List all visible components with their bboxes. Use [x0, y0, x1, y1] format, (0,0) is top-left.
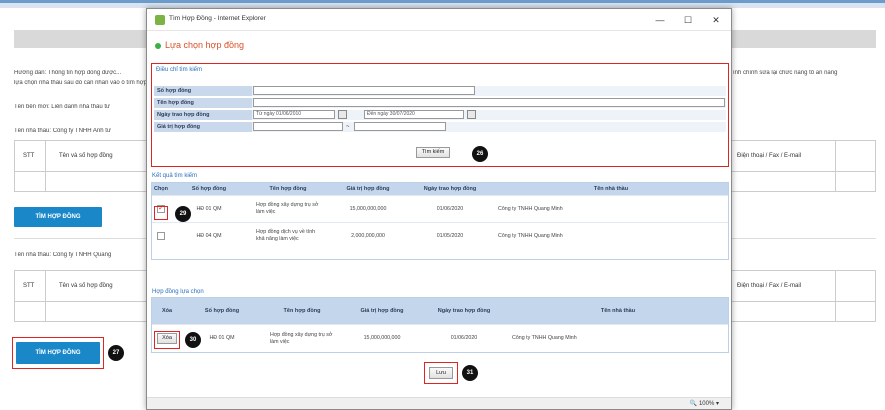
- col-select: Chọn: [153, 186, 169, 192]
- col-date: Ngày trao hợp đồng: [423, 186, 477, 192]
- search-legend: Điều chỉ tìm kiếm: [156, 67, 203, 73]
- cell-date: 01/06/2020: [436, 205, 464, 212]
- cell-contract-name: Hợp đồng xây dựng trụ sở làm việc: [256, 202, 319, 215]
- cell-date: 01/06/2020: [450, 335, 478, 341]
- highlight-delete: [154, 331, 180, 349]
- date-to-label: Đến ngày: [367, 111, 389, 117]
- cell-value: 15,000,000,000: [349, 205, 387, 212]
- find-contract-button-1[interactable]: TÌM HỢP ĐỒNG: [14, 207, 102, 227]
- contractor-label-1: Tên nhà thầu: Công ty TNHH Anh tư: [14, 128, 111, 134]
- col-date: Ngày trao hợp đồng: [437, 308, 491, 314]
- screen: Hướng dẫn: Thông tin hợp đồng được... lự…: [0, 0, 885, 410]
- col-delete: Xóa: [161, 308, 173, 314]
- callout-29: 29: [175, 206, 191, 222]
- callout-30: 30: [185, 332, 201, 348]
- contract-no-input[interactable]: [253, 86, 475, 95]
- results-grid: Chọn Số hợp đồng Tên hợp đồng Giá trị hợ…: [151, 182, 729, 260]
- date-from-label: Từ ngày: [256, 111, 275, 117]
- save-button[interactable]: Lưu: [429, 367, 453, 379]
- results-header: Chọn Số hợp đồng Tên hợp đồng Giá trị hợ…: [152, 183, 728, 195]
- bid-package-label: Tên bên mời: Liên danh nhà thầu tư: [14, 104, 111, 110]
- close-icon[interactable]: ✕: [705, 12, 727, 28]
- callout-27: 27: [108, 345, 124, 361]
- cell-contract-no: HĐ 04 QM: [196, 232, 222, 239]
- row-contract-name: Tên hợp đồng: [154, 98, 726, 108]
- col-contract-no: Số hợp đồng: [191, 186, 227, 192]
- col-value: Giá trị hợp đồng: [346, 186, 390, 192]
- zoom-icon: 🔍: [689, 401, 698, 407]
- cell-contractor: Công ty TNHH Quang Minh: [498, 205, 563, 212]
- col-stt: STT: [23, 153, 35, 159]
- window-titlebar: Tìm Hợp Đồng - Internet Explorer — ☐ ✕: [147, 9, 731, 31]
- value-to-input[interactable]: [354, 122, 446, 131]
- label-contract-name: Tên hợp đồng: [154, 98, 252, 108]
- col-contract-name: Tên hợp đồng: [269, 186, 307, 192]
- contract-picker-window: Tìm Hợp Đồng - Internet Explorer — ☐ ✕ L…: [146, 8, 732, 410]
- selected-header: Xóa Số hợp đồng Tên hợp đồng Giá trị hợp…: [152, 298, 728, 324]
- col-value: Giá trị hợp đồng: [360, 308, 404, 314]
- minimize-icon[interactable]: —: [649, 12, 671, 28]
- zoom-value: 100%: [698, 401, 715, 407]
- guide-text-right: ính chính sửa lại chức năng tổ ăn năng: [733, 70, 838, 76]
- selected-legend: Hợp đồng lựa chọn: [152, 289, 204, 295]
- search-button[interactable]: Tìm kiếm: [416, 147, 450, 158]
- window-title: Tìm Hợp Đồng - Internet Explorer: [169, 15, 266, 22]
- cell-value: 15,000,000,000: [363, 335, 401, 341]
- cell-contract-name: Hợp đồng xây dựng trụ sở làm việc: [270, 331, 333, 345]
- find-contract-button-2[interactable]: TÌM HỢP ĐỒNG: [16, 342, 100, 364]
- cell-contract-name: Hợp đồng dịch vụ về tính khả năng làm vi…: [256, 229, 316, 242]
- date-to-value: 30/07/2020: [389, 111, 415, 117]
- table-row: Xóa HĐ 01 QM Hợp đồng xây dựng trụ sở là…: [152, 324, 728, 352]
- cell-date: 01/05/2020: [436, 232, 464, 239]
- callout-31: 31: [462, 365, 478, 381]
- row-contract-no: Số hợp đồng: [154, 86, 726, 96]
- table-row[interactable]: ✓ HĐ 01 QM Hợp đồng xây dựng trụ sở làm …: [152, 195, 728, 222]
- col-stt: STT: [23, 283, 35, 289]
- label-value: Giá trị hợp đồng: [154, 122, 252, 132]
- browser-icon: [155, 15, 165, 25]
- guide-text: Hướng dẫn: Thông tin hợp đồng được...: [14, 70, 122, 76]
- row-sign-date: Ngày trao hợp đồng Từ ngày 01/06/2010 Đế…: [154, 110, 726, 120]
- label-contract-no: Số hợp đồng: [154, 86, 252, 96]
- row-checkbox[interactable]: [157, 232, 165, 240]
- callout-26: 26: [472, 146, 488, 162]
- table-row[interactable]: HĐ 04 QM Hợp đồng dịch vụ về tính khả nă…: [152, 222, 728, 249]
- page-top-bar: [0, 0, 885, 8]
- col-contract-name: Tên hợp đồng: [283, 308, 321, 314]
- selected-grid: Xóa Số hợp đồng Tên hợp đồng Giá trị hợp…: [151, 297, 729, 353]
- maximize-icon[interactable]: ☐: [677, 12, 699, 28]
- col-contractor: Tên nhà thầu: [600, 308, 636, 314]
- date-from-input[interactable]: Từ ngày 01/06/2010: [253, 110, 335, 119]
- label-sign-date: Ngày trao hợp đồng: [154, 110, 252, 120]
- col-phone: Điện thoại / Fax / E-mail: [737, 153, 802, 159]
- col-contract: Tên và số hợp đồng: [59, 283, 113, 289]
- guide-text-2: lựa chọn nhà thầu sau đó cần nhấn vào ô …: [14, 80, 149, 86]
- dialog-header: Lựa chọn hợp đồng: [147, 37, 731, 57]
- calendar-icon[interactable]: [338, 110, 347, 119]
- results-legend: Kết quả tìm kiếm: [152, 173, 198, 179]
- calendar-icon[interactable]: [467, 110, 476, 119]
- range-separator: ~: [346, 124, 350, 130]
- status-dot-icon: [155, 43, 161, 49]
- value-from-input[interactable]: [253, 122, 343, 131]
- status-bar: 🔍 100% ▾: [147, 397, 731, 409]
- dialog-title: Lựa chọn hợp đồng: [165, 40, 244, 50]
- date-from-value: 01/06/2010: [276, 111, 302, 117]
- cell-contractor: Công ty TNHH Quang Minh: [498, 232, 563, 239]
- col-phone: Điện thoại / Fax / E-mail: [737, 283, 802, 289]
- zoom-level[interactable]: 🔍 100% ▾: [690, 400, 719, 407]
- date-to-input[interactable]: Đến ngày 30/07/2020: [364, 110, 464, 119]
- cell-contractor: Công ty TNHH Quang Minh: [512, 335, 577, 341]
- contractor-label-2: Tên nhà thầu: Công ty TNHH Quang: [14, 252, 112, 258]
- col-contract: Tên và số hợp đồng: [59, 153, 113, 159]
- contract-name-input[interactable]: [253, 98, 725, 107]
- cell-value: 2,000,000,000: [351, 232, 385, 239]
- col-contract-no: Số hợp đồng: [204, 308, 240, 314]
- highlight-checkbox: [154, 206, 168, 220]
- search-panel: Số hợp đồng Tên hợp đồng Ngày trao hợp đ…: [154, 75, 726, 163]
- row-value: Giá trị hợp đồng ~: [154, 122, 726, 132]
- col-contractor: Tên nhà thầu: [593, 186, 629, 192]
